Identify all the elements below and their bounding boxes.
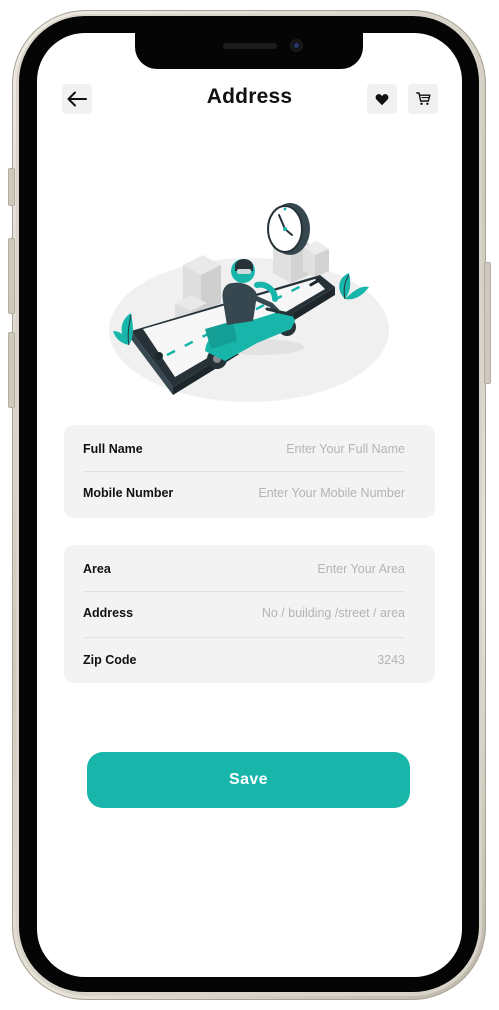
divider: [83, 637, 405, 638]
zip-code-label: Zip Code: [83, 653, 137, 667]
delivery-illustration: [109, 203, 389, 402]
app-screen: Address Full Name Enter Your Full Name M…: [37, 33, 462, 977]
side-button-power: [484, 262, 491, 384]
mobile-number-label: Mobile Number: [83, 486, 174, 500]
area-field[interactable]: Area Enter Your Area: [83, 559, 405, 579]
area-input[interactable]: Enter Your Area: [317, 562, 405, 576]
side-button-silent: [8, 168, 15, 206]
side-button-volume-up: [8, 238, 15, 314]
divider: [83, 591, 405, 592]
full-name-input[interactable]: Enter Your Full Name: [286, 442, 405, 456]
clock-icon: [267, 203, 310, 255]
cart-button[interactable]: [408, 84, 438, 114]
page-title: Address: [206, 85, 293, 108]
full-name-field[interactable]: Full Name Enter Your Full Name: [83, 439, 405, 459]
address-field[interactable]: Address No / building /street / area: [83, 603, 405, 623]
side-button-volume-down: [8, 332, 15, 408]
full-name-label: Full Name: [83, 442, 143, 456]
heart-icon: [375, 93, 389, 105]
favorite-button[interactable]: [367, 84, 397, 114]
address-input[interactable]: No / building /street / area: [262, 606, 405, 620]
contact-form-card: Full Name Enter Your Full Name Mobile Nu…: [64, 425, 435, 518]
zip-code-input[interactable]: 3243: [377, 653, 405, 667]
save-button[interactable]: Save: [87, 752, 410, 808]
earpiece-speaker: [223, 43, 277, 49]
cart-icon: [415, 92, 430, 105]
area-label: Area: [83, 562, 111, 576]
notch: [135, 33, 363, 69]
front-camera: [290, 39, 303, 52]
mobile-number-field[interactable]: Mobile Number Enter Your Mobile Number: [83, 483, 405, 503]
zip-code-field[interactable]: Zip Code 3243: [83, 650, 405, 670]
address-form-card: Area Enter Your Area Address No / buildi…: [64, 545, 435, 683]
mobile-number-input[interactable]: Enter Your Mobile Number: [258, 486, 405, 500]
address-label: Address: [83, 606, 134, 620]
divider: [83, 471, 405, 472]
